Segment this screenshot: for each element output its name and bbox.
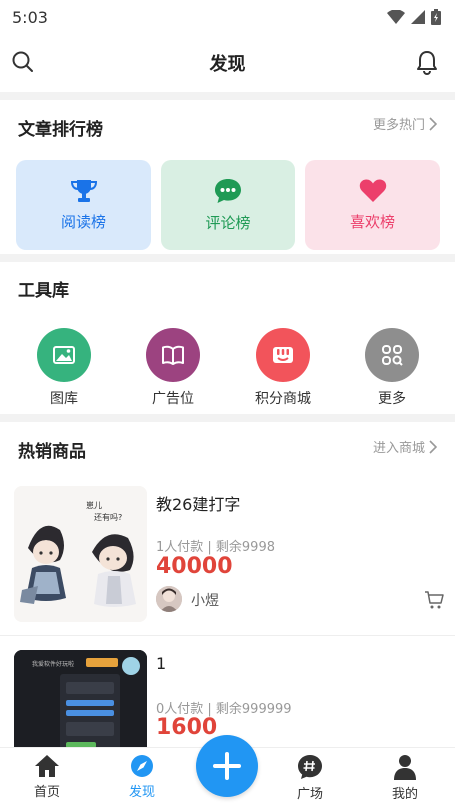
tool-ad-slot-circle [146, 328, 200, 382]
product-thumbnail: 崽儿 还有吗? [14, 486, 147, 622]
chevron-right-icon [429, 439, 437, 454]
bell-icon [417, 51, 437, 75]
products-section: 热销商品 进入商城 崽儿 还有吗? 教26建打字 1人付款 | 剩余9998 4… [0, 422, 455, 747]
rank-card-label: 评论榜 [205, 213, 251, 232]
hashtag-chat-icon [298, 755, 322, 779]
product-card[interactable]: 崽儿 还有吗? 教26建打字 1人付款 | 剩余9998 40000 小煜 [0, 480, 455, 636]
seller-name: 小煜 [191, 593, 219, 609]
tab-label: 广场 [296, 787, 323, 802]
page-title: 发现 [209, 54, 246, 75]
chibi-characters-image: 崽儿 还有吗? [14, 486, 147, 622]
app-header: 发现 [0, 34, 455, 92]
battery-icon [431, 9, 441, 25]
svg-text:还有吗?: 还有吗? [94, 512, 122, 522]
notification-button[interactable] [415, 49, 439, 75]
app-screenshot-image: 我爱软件好玩啦 [14, 650, 147, 747]
image-icon [53, 346, 75, 364]
tab-label: 发现 [128, 785, 155, 800]
search-button[interactable] [11, 50, 35, 74]
tools-title: 工具库 [18, 281, 69, 301]
tab-home[interactable]: 首页 [7, 754, 87, 800]
add-to-cart-button[interactable] [424, 590, 444, 610]
svg-text:崽儿: 崽儿 [86, 501, 102, 510]
tool-points-store-circle [256, 328, 310, 382]
rank-card-like[interactable]: 喜欢榜 [305, 160, 440, 250]
plus-icon [213, 752, 241, 780]
products-more-label: 进入商城 [372, 441, 425, 456]
heart-icon [359, 179, 386, 202]
rank-card-label: 阅读榜 [60, 212, 106, 231]
ranking-more-link[interactable]: 更多热门 [373, 114, 437, 133]
tool-gallery[interactable]: 图库 [24, 328, 104, 408]
search-icon [12, 51, 33, 72]
status-bar: 5:03 [0, 0, 455, 34]
ranking-more-label: 更多热门 [372, 118, 425, 133]
seller-avatar[interactable] [156, 586, 182, 612]
tab-plaza[interactable]: 广场 [270, 754, 350, 802]
tool-points-store[interactable]: 积分商城 [243, 328, 323, 408]
trophy-icon [70, 179, 97, 202]
signal-icon [411, 10, 425, 24]
product-name: 教26建打字 [156, 495, 241, 514]
tool-label: 广告位 [152, 391, 194, 407]
tool-label: 积分商城 [255, 391, 311, 407]
product-thumbnail: 我爱软件好玩啦 [14, 650, 147, 747]
compass-icon [131, 755, 153, 777]
status-time: 5:03 [12, 7, 48, 27]
rank-card-label: 喜欢榜 [349, 213, 395, 231]
tool-label: 更多 [378, 391, 406, 407]
tool-more[interactable]: 更多 [352, 328, 432, 408]
create-post-button[interactable] [196, 735, 258, 797]
svg-text:我爱软件好玩啦: 我爱软件好玩啦 [32, 660, 74, 668]
product-price: 1600 [156, 715, 218, 740]
avatar-image [156, 586, 182, 612]
user-icon [394, 755, 416, 780]
tool-ad-slot[interactable]: 广告位 [133, 328, 213, 408]
products-title: 热销商品 [18, 442, 86, 462]
home-icon [35, 755, 59, 777]
tab-label: 我的 [391, 787, 418, 802]
product-name: 1 [156, 654, 167, 673]
product-price: 40000 [156, 554, 233, 579]
products-more-link[interactable]: 进入商城 [373, 437, 437, 456]
rank-card-comment[interactable]: 评论榜 [161, 160, 295, 250]
chevron-right-icon [429, 116, 437, 131]
tab-label: 首页 [33, 785, 60, 800]
cart-icon [425, 591, 444, 609]
ranking-section: 文章排行榜 更多热门 阅读榜 评论榜 喜欢榜 [0, 100, 455, 254]
rank-card-read[interactable]: 阅读榜 [16, 160, 151, 250]
tool-label: 图库 [50, 391, 78, 407]
product-meta: 1人付款 | 剩余9998 [156, 540, 275, 555]
tool-more-circle [365, 328, 419, 382]
tab-mine[interactable]: 我的 [365, 754, 445, 802]
tools-section: 工具库 图库 广告位 积分商城 更多 [0, 262, 455, 414]
ranking-title: 文章排行榜 [18, 120, 103, 140]
tab-discover[interactable]: 发现 [102, 754, 182, 800]
product-card[interactable]: 我爱软件好玩啦 1 0人付款 | 剩余999999 1600 [0, 644, 455, 747]
chat-icon [215, 178, 241, 203]
wifi-icon [387, 10, 405, 24]
book-icon [162, 345, 184, 365]
store-icon [273, 347, 293, 363]
status-icons [387, 9, 441, 25]
tool-gallery-circle [37, 328, 91, 382]
grid-search-icon [382, 345, 403, 366]
